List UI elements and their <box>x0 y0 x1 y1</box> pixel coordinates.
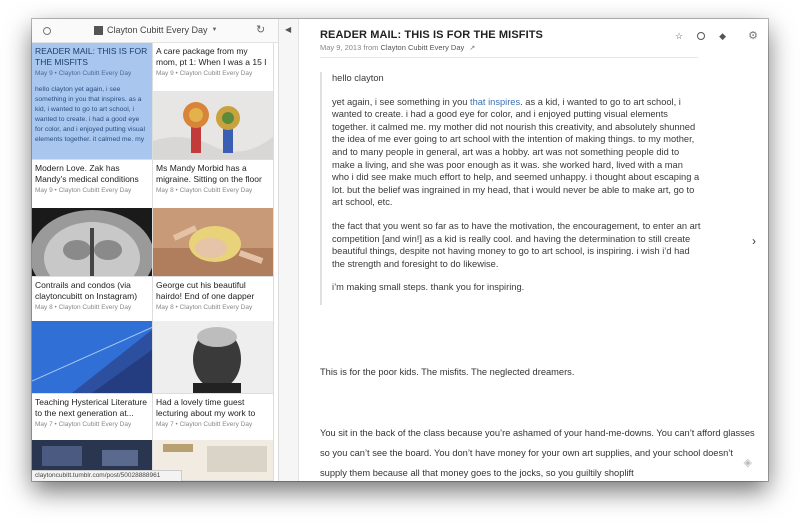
mark-unread-icon[interactable] <box>697 32 706 40</box>
letter-greeting: hello clayton <box>332 73 384 83</box>
feed-toolbar: Clayton Cubitt Every Day ▼ ↻ <box>32 19 278 43</box>
chevron-right-icon[interactable]: › <box>752 234 756 248</box>
article-title: READER MAIL: THIS IS FOR THE MISFITS <box>320 29 543 41</box>
status-bar-url: claytoncubitt.tumblr.com/post/5002888896… <box>32 470 182 481</box>
title-divider <box>320 57 698 58</box>
feed-tile[interactable]: George cut his beautiful hairdo! End of … <box>153 277 274 394</box>
letter-text: yet again, i see something in you <box>332 96 470 107</box>
tile-title: George cut his beautiful hairdo! End of … <box>156 280 255 301</box>
tile-title: Had a lovely time guest lecturing about … <box>156 397 256 418</box>
tile-meta: May 9 • Clayton Cubitt Every Day <box>35 70 132 77</box>
tile-image <box>32 321 152 393</box>
feed-tile[interactable]: Teaching Hysterical Literature to the ne… <box>32 394 153 481</box>
caret-down-icon: ▼ <box>211 27 218 33</box>
letter-paragraph: the fact that you went so far as to have… <box>332 220 701 269</box>
feed-panel: Clayton Cubitt Every Day ▼ ↻ READER MAIL… <box>32 19 278 481</box>
collapse-panel-strip[interactable]: ◀ <box>279 19 299 481</box>
article-date: May 9, 2013 from <box>320 43 379 52</box>
tag-icon[interactable]: ◆ <box>719 31 726 42</box>
article-paragraph: This is for the poor kids. The misfits. … <box>320 367 575 377</box>
tile-image <box>153 208 273 276</box>
chevron-left-icon[interactable]: ◀ <box>285 25 291 34</box>
feed-avatar <box>94 25 103 35</box>
article-pane: READER MAIL: THIS IS FOR THE MISFITS May… <box>299 19 768 481</box>
letter-paragraph: i’m making small steps. thank you for in… <box>332 282 525 293</box>
tile-title: Ms Mandy Morbid has a migraine. Sitting … <box>156 163 262 184</box>
letter-paragraph: yet again, i see something in you that i… <box>332 96 702 209</box>
refresh-icon[interactable]: ↻ <box>256 23 265 36</box>
feed-selector[interactable]: Clayton Cubitt Every Day ▼ <box>94 25 218 35</box>
article-paragraph: You sit in the back of the class because… <box>320 428 755 478</box>
reader-letter-quote: hello clayton yet again, i see something… <box>320 72 702 305</box>
gear-icon[interactable]: ⚙ <box>748 29 758 42</box>
tile-title: READER MAIL: THIS IS FOR THE MISFITS <box>35 46 148 67</box>
app-window: Clayton Cubitt Every Day ▼ ↻ READER MAIL… <box>32 19 768 481</box>
tile-meta: May 8 • Clayton Cubitt Every Day <box>156 304 253 311</box>
external-link-icon[interactable]: ↗ <box>469 45 475 52</box>
article-source-link[interactable]: Clayton Cubitt Every Day <box>380 43 464 52</box>
feed-tile[interactable]: Modern Love. Zak has Mandy’s medical con… <box>32 160 153 277</box>
tile-image <box>153 91 273 159</box>
feed-tile[interactable]: Contrails and condos (via claytoncubitt … <box>32 277 153 394</box>
feed-name: Clayton Cubitt Every Day <box>107 25 208 35</box>
share-icon[interactable]: ◈ <box>744 456 752 469</box>
tile-image <box>153 321 273 393</box>
inspires-link[interactable]: that inspires <box>470 97 520 107</box>
letter-text: . as a kid, i wanted to go to art school… <box>332 96 700 208</box>
tile-meta: May 7 • Clayton Cubitt Every Day <box>156 421 253 428</box>
tile-image <box>32 208 152 276</box>
feed-grid: READER MAIL: THIS IS FOR THE MISFITS May… <box>32 43 278 481</box>
article-actions: ☆ ◆ <box>675 31 726 42</box>
feed-tile[interactable]: Ms Mandy Morbid has a migraine. Sitting … <box>153 160 274 277</box>
tile-title: Contrails and condos (via claytoncubitt … <box>35 280 138 301</box>
tile-meta: May 9 • Clayton Cubitt Every Day <box>156 70 253 77</box>
tile-meta: May 8 • Clayton Cubitt Every Day <box>35 304 132 311</box>
tile-title: Teaching Hysterical Literature to the ne… <box>35 397 147 418</box>
mark-read-icon[interactable] <box>43 27 51 35</box>
star-icon[interactable]: ☆ <box>675 31 683 42</box>
feed-tile[interactable]: READER MAIL: THIS IS FOR THE MISFITS May… <box>32 43 153 160</box>
feed-tile[interactable]: Had a lovely time guest lecturing about … <box>153 394 274 481</box>
tile-snippet: hello clayton yet again, i see something… <box>35 86 145 143</box>
feed-tile[interactable]: A care package from my mom, pt 1: When I… <box>153 43 274 160</box>
tile-title: A care package from my mom, pt 1: When I… <box>156 46 267 67</box>
tile-meta: May 9 • Clayton Cubitt Every Day <box>35 187 132 194</box>
tile-meta: May 7 • Clayton Cubitt Every Day <box>35 421 132 428</box>
tile-title: Modern Love. Zak has Mandy’s medical con… <box>35 163 139 184</box>
article-meta: May 9, 2013 from Clayton Cubitt Every Da… <box>320 43 475 52</box>
tile-meta: May 8 • Clayton Cubitt Every Day <box>156 187 253 194</box>
